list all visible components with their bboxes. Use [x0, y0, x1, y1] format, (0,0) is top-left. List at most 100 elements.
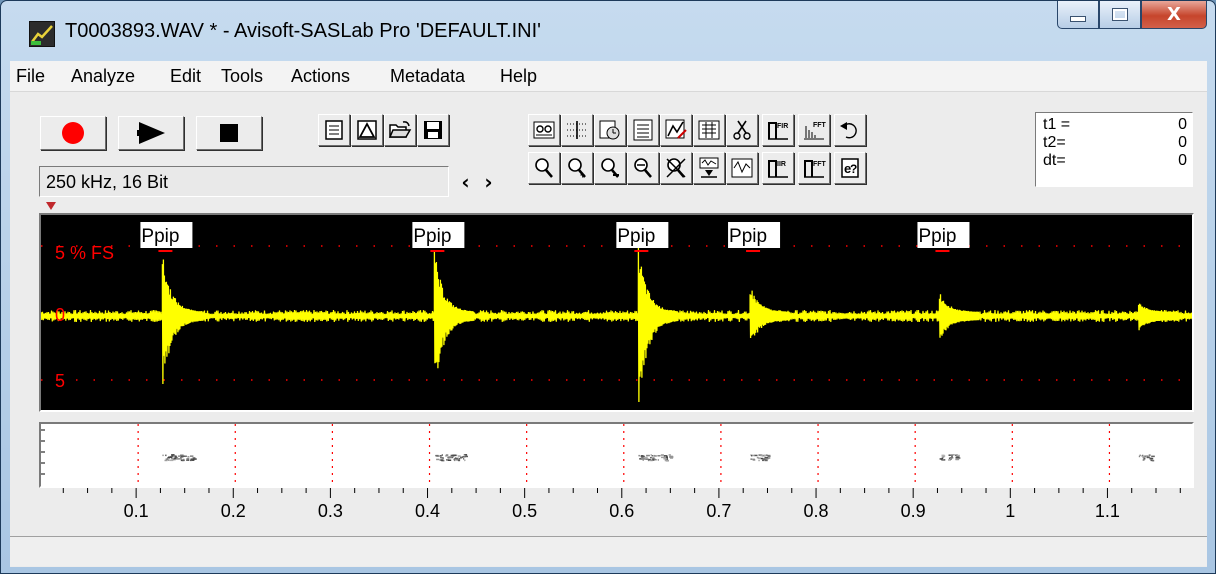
spectrogram-energy: [447, 459, 452, 461]
fft-filter-button[interactable]: FFT: [798, 152, 830, 184]
zoom-custom-icon: [634, 158, 652, 178]
spectrogram-energy: [638, 454, 640, 457]
spectrogram-energy: [462, 456, 466, 458]
menu-file[interactable]: File: [16, 66, 45, 87]
close-button[interactable]: X: [1141, 1, 1207, 29]
spectrogram-energy: [640, 455, 644, 458]
spectrogram-energy: [182, 458, 185, 461]
open-button[interactable]: [384, 114, 416, 146]
event-label-text: Ppip: [729, 226, 767, 247]
clock-button[interactable]: [594, 114, 626, 146]
spectrogram-energy: [441, 454, 443, 456]
spectrogram-energy: [650, 456, 652, 459]
cut-icon: [733, 120, 751, 140]
zoom-in-plus-button[interactable]: +: [561, 152, 593, 184]
insert-button[interactable]: [693, 152, 725, 184]
insert-icon: [699, 157, 719, 178]
spectrogram-energy: [457, 459, 461, 462]
previous-arrow-icon[interactable]: ‹: [461, 170, 469, 194]
zoom-reset-button[interactable]: [660, 152, 692, 184]
event-label[interactable]: Ppip: [728, 222, 781, 252]
position-marker-icon[interactable]: [46, 202, 56, 210]
spectrogram-energy: [764, 458, 769, 460]
text-list-icon: [633, 119, 653, 141]
event-label[interactable]: Ppip: [412, 222, 465, 252]
stop-button[interactable]: [196, 116, 262, 150]
spectrogram-energy: [162, 454, 164, 457]
zoom-out-button[interactable]: [594, 152, 626, 184]
sync-icon: e?: [841, 158, 859, 178]
waveform-edit-button[interactable]: [660, 114, 692, 146]
file-info-button[interactable]: [318, 114, 350, 146]
waveform-edit-icon: [665, 119, 687, 139]
menu-metadata[interactable]: Metadata: [390, 66, 465, 87]
application-window: T0003893.WAV * - Avisoft-SASLab Pro 'DEF…: [0, 0, 1216, 574]
readout-row-t2: t2= 0: [1043, 134, 1187, 152]
zoom-in-button[interactable]: [528, 152, 560, 184]
spectrogram-energy: [464, 459, 466, 461]
save-button[interactable]: [417, 114, 449, 146]
minimize-button[interactable]: [1057, 1, 1099, 29]
readout-label: dt=: [1043, 152, 1066, 169]
grid-cursor-button[interactable]: [561, 114, 593, 146]
spectrogram-energy: [668, 454, 671, 456]
app-logo-icon[interactable]: [29, 21, 55, 47]
event-label[interactable]: Ppip: [616, 222, 669, 252]
spectrogram-plot[interactable]: [41, 424, 1192, 486]
maximize-button[interactable]: [1099, 1, 1141, 29]
fir-filter-icon: FIR: [768, 122, 788, 140]
sync-button[interactable]: e?: [834, 152, 866, 184]
spectrogram-button[interactable]: [693, 114, 725, 146]
spectrogram-energy: [165, 458, 169, 460]
text-list-button[interactable]: [627, 114, 659, 146]
time-axis: 0.1 0.2 0.3 0.4 0.5 0.6 0.7 0.8 0.9 1 1.1: [39, 488, 1194, 528]
spectrogram-energy: [653, 455, 657, 457]
iir-filter-button[interactable]: IIR: [762, 152, 794, 184]
menu-tools[interactable]: Tools: [221, 66, 263, 87]
record-button[interactable]: [40, 116, 106, 150]
menu-edit[interactable]: Edit: [170, 66, 201, 87]
window-controls: X: [1057, 1, 1207, 31]
spectrogram-energy: [661, 456, 665, 459]
undo-button[interactable]: [834, 114, 866, 146]
spectrogram-energy: [646, 454, 650, 457]
spectrogram-energy: [165, 454, 167, 457]
play-button[interactable]: [118, 116, 184, 150]
spectrogram-energy: [763, 454, 767, 457]
menu-actions[interactable]: Actions: [291, 66, 350, 87]
spectrogram-energy: [750, 458, 753, 460]
spectrogram-energy: [657, 455, 661, 457]
fir-filter-button[interactable]: FIR: [762, 114, 794, 146]
envelope-button[interactable]: [351, 114, 383, 146]
event-label-text: Ppip: [413, 226, 451, 247]
spectrum-view-icon: [731, 158, 753, 178]
readout-label: t1 =: [1043, 116, 1071, 133]
spectrogram-panel[interactable]: [39, 422, 1194, 488]
event-label[interactable]: Ppip: [140, 222, 193, 252]
fft-button[interactable]: FFT: [798, 114, 830, 146]
spectrum-view-button[interactable]: [726, 152, 758, 184]
spectrogram-energy: [1152, 459, 1155, 462]
menu-help[interactable]: Help: [500, 66, 537, 87]
event-label[interactable]: Ppip: [917, 222, 970, 252]
waveform-burst: [1137, 303, 1179, 331]
spectrogram-energy: [440, 456, 443, 459]
time-tick-label: 1.1: [1094, 501, 1120, 521]
waveform-burst: [749, 290, 791, 339]
spectrogram-energy: [1148, 454, 1151, 456]
spectrogram-energy: [657, 459, 659, 461]
svg-text:IIR: IIR: [777, 161, 786, 168]
zoom-custom-button[interactable]: [627, 152, 659, 184]
cut-button[interactable]: [726, 114, 758, 146]
next-arrow-icon[interactable]: ›: [484, 170, 492, 194]
waveform-plot[interactable]: 5 % FS 0 5 Ppip Ppip Ppip Ppip Ppip: [41, 215, 1192, 410]
waveform-panel[interactable]: 5 % FS 0 5 Ppip Ppip Ppip Ppip Ppip: [39, 213, 1194, 412]
readout-value: 0: [1178, 152, 1187, 169]
spectrogram-energy: [448, 456, 451, 458]
menu-analyze[interactable]: Analyze: [71, 66, 135, 87]
spectrogram-energy: [171, 454, 174, 456]
title-bar[interactable]: T0003893.WAV * - Avisoft-SASLab Pro 'DEF…: [1, 1, 1215, 59]
metadata-button[interactable]: [528, 114, 560, 146]
spectrogram-energy: [1150, 457, 1154, 460]
spectrogram-energy: [178, 458, 182, 460]
